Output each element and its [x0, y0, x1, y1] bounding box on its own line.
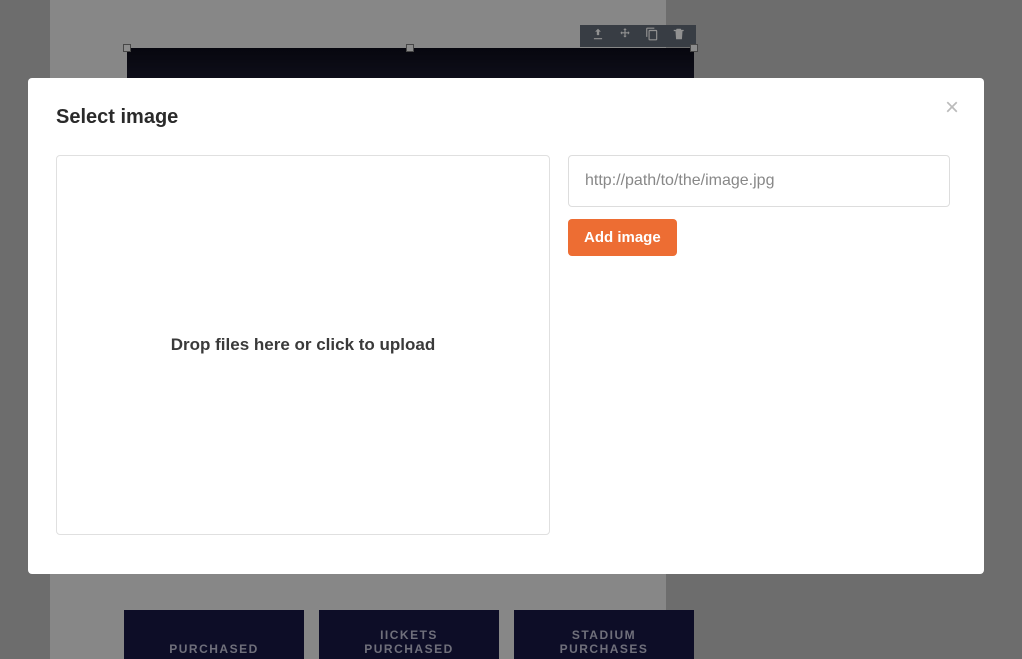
close-button[interactable]: × [942, 98, 962, 118]
modal-body: Drop files here or click to upload Add i… [56, 155, 956, 535]
file-drop-zone[interactable]: Drop files here or click to upload [56, 155, 550, 535]
image-url-input[interactable] [568, 155, 950, 207]
url-upload-column: Add image [568, 155, 956, 535]
add-image-button[interactable]: Add image [568, 219, 677, 256]
select-image-modal: × Select image Drop files here or click … [28, 78, 984, 574]
drop-zone-label: Drop files here or click to upload [171, 335, 436, 355]
close-icon: × [945, 96, 959, 120]
modal-title: Select image [56, 106, 956, 129]
